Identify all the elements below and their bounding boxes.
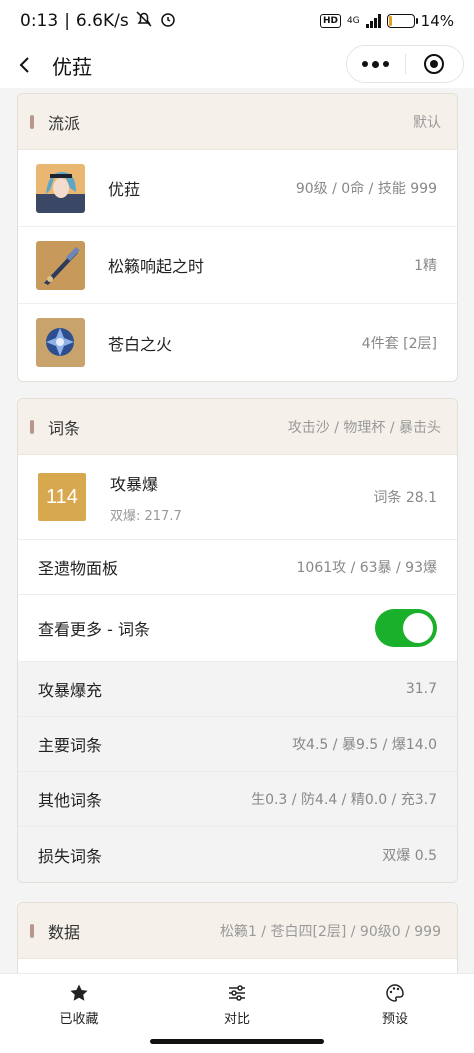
score-title: 攻暴爆	[110, 474, 159, 494]
detail-row: 其他词条 生0.3 / 防4.4 / 精0.0 / 充3.7	[18, 772, 457, 827]
score-badge: 114	[38, 473, 86, 521]
score-row: 114 攻暴爆 双爆: 217.7 词条 28.1	[18, 455, 457, 540]
page-title: 优菈	[52, 54, 92, 79]
character-portrait	[36, 163, 85, 213]
artifact-set-name: 苍白之火	[108, 334, 173, 354]
hd-badge: HD	[319, 14, 341, 28]
artifact-set-row[interactable]: 苍白之火 4件套 [2层]	[18, 304, 457, 381]
character-name: 优菈	[108, 180, 141, 199]
artifact-set-count: 4件套 [2层]	[361, 335, 437, 352]
palette-icon	[386, 984, 404, 1002]
tab-label: 对比	[223, 1012, 250, 1027]
detail-row: 主要词条 攻4.5 / 暴9.5 / 爆14.0	[18, 717, 457, 772]
status-left: 0:13 | 6.6K/s	[20, 10, 177, 33]
artifact-panel-row: 圣遗物面板 1061攻 / 63暴 / 93爆	[18, 540, 457, 595]
nav-bar: 优菈	[0, 42, 474, 88]
character-row[interactable]: 优菈 90级 / 0命 / 技能 999	[18, 150, 457, 227]
status-separator: |	[64, 11, 70, 31]
status-bar: 0:13 | 6.6K/s HD 4G 14%	[0, 0, 474, 42]
signal-icon	[365, 14, 381, 28]
tab-label: 预设	[381, 1012, 408, 1027]
main-stats-summary: 攻击沙 / 物理杯 / 暴击头	[287, 419, 441, 436]
detail-label: 损失词条	[38, 846, 103, 866]
status-speed: 6.6K/s	[75, 11, 129, 31]
bottom-tab-bar: 已收藏 对比 预设	[0, 973, 474, 1053]
character-stats: 90级 / 0命 / 技能 999	[295, 181, 437, 197]
home-indicator[interactable]	[150, 1039, 324, 1044]
detail-row: 攻暴爆充 31.7	[18, 662, 457, 717]
data-card-title: 数据	[48, 922, 81, 942]
data-summary: 松籁1 / 苍白四[2层] / 90级0 / 999	[219, 923, 441, 940]
substats-card: 词条 攻击沙 / 物理杯 / 暴击头 114 攻暴爆 双爆: 217.7 词条 …	[17, 398, 458, 883]
weapon-image	[36, 240, 85, 290]
close-mini-program-button[interactable]	[406, 46, 464, 82]
tab-label: 已收藏	[59, 1012, 99, 1027]
detail-row: 损失词条 双爆 0.5	[18, 827, 457, 882]
detail-value: 生0.3 / 防4.4 / 精0.0 / 充3.7	[251, 792, 437, 808]
weapon-row[interactable]: 松籁响起之时 1精	[18, 227, 457, 304]
detail-value: 双爆 0.5	[382, 847, 437, 864]
section-marker	[30, 923, 34, 938]
status-right: HD 4G 14%	[319, 12, 454, 30]
network-type: 4G	[346, 15, 360, 26]
section-marker	[30, 114, 34, 129]
detail-label: 主要词条	[38, 736, 103, 755]
section-marker	[30, 419, 34, 434]
detail-label: 其他词条	[38, 791, 103, 810]
battery-percent: 14%	[420, 12, 454, 30]
detail-value: 攻4.5 / 暴9.5 / 爆14.0	[292, 737, 437, 753]
build-card-title: 流派	[48, 113, 81, 133]
detail-value: 31.7	[405, 681, 437, 697]
status-time: 0:13	[20, 11, 59, 31]
chevron-left-icon	[19, 57, 29, 73]
show-more-label: 查看更多 - 词条	[38, 620, 150, 639]
substats-card-title: 词条	[48, 418, 81, 438]
show-more-toggle[interactable]	[375, 609, 437, 647]
tab-favorited[interactable]: 已收藏	[0, 974, 158, 1036]
artifact-image	[36, 318, 85, 367]
mute-alarm-icon	[135, 10, 153, 33]
build-card: 流派 默认 优菈 90级 / 0命 / 技能 999 松籁响起之时 1精 苍白之…	[17, 93, 458, 382]
weapon-name: 松籁响起之时	[108, 257, 205, 276]
substats-card-header[interactable]: 词条 攻击沙 / 物理杯 / 暴击头	[18, 399, 457, 455]
mini-program-capsule	[346, 45, 464, 83]
crit-value: 双爆: 217.7	[110, 508, 182, 524]
battery-icon	[386, 14, 418, 28]
artifact-panel-label: 圣遗物面板	[38, 559, 119, 578]
artifact-panel-value: 1061攻 / 63暴 / 93爆	[296, 560, 438, 576]
back-button[interactable]	[0, 42, 50, 88]
more-button[interactable]	[347, 46, 405, 82]
weapon-refinement: 1精	[414, 258, 437, 274]
sliders-icon	[229, 985, 245, 1001]
build-style-value: 默认	[413, 114, 441, 131]
detail-label: 攻暴爆充	[38, 681, 103, 700]
alarm-clock-icon	[159, 10, 177, 33]
show-more-row: 查看更多 - 词条	[18, 595, 457, 662]
build-card-header[interactable]: 流派 默认	[18, 94, 457, 150]
tab-preset[interactable]: 预设	[316, 974, 474, 1036]
star-icon	[70, 984, 88, 1001]
more-dots-icon	[362, 60, 390, 68]
tab-compare[interactable]: 对比	[158, 974, 316, 1036]
substat-count: 词条 28.1	[373, 490, 437, 506]
target-icon	[424, 54, 445, 74]
data-card-header[interactable]: 数据 松籁1 / 苍白四[2层] / 90级0 / 999	[18, 903, 457, 959]
